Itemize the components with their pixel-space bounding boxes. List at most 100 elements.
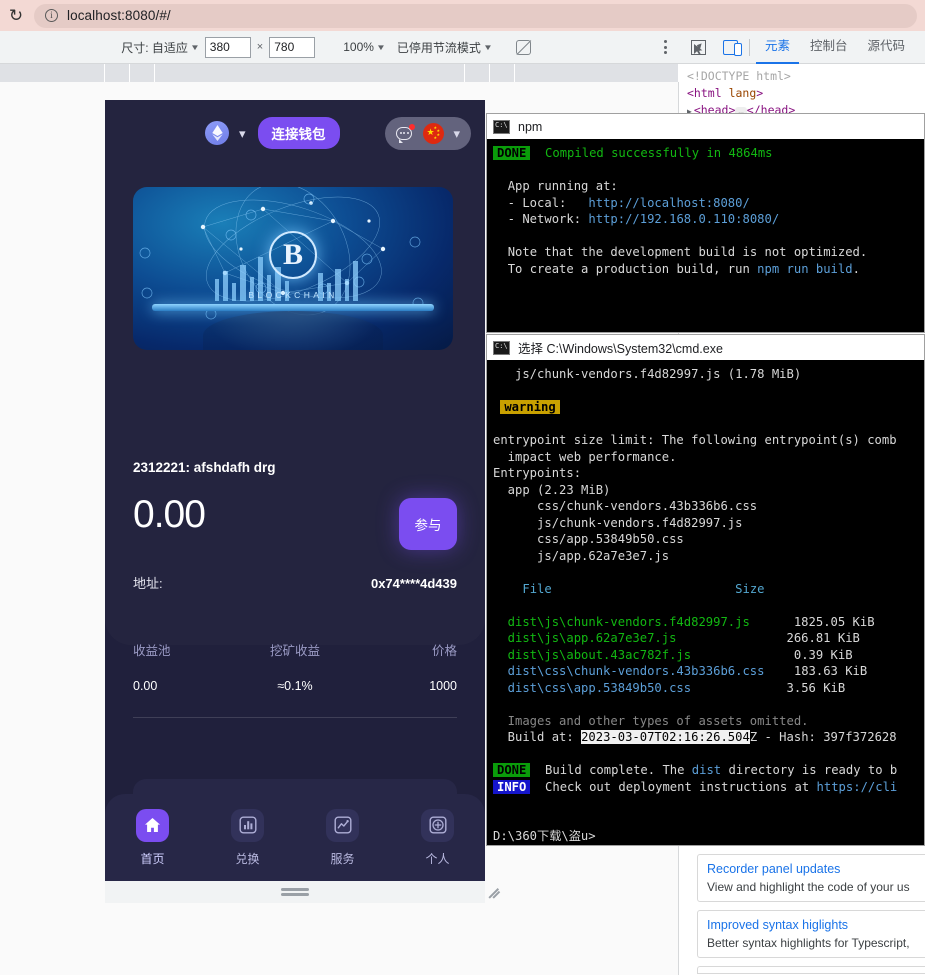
device-size-selector[interactable]: 尺寸: 自适应 ▼ bbox=[115, 35, 205, 59]
corner-resize-icon[interactable] bbox=[487, 884, 503, 900]
amount-value: 0.00 bbox=[133, 495, 205, 534]
cmd-file-name-1: dist\js\app.62a7e3e7.js bbox=[493, 631, 676, 645]
screen-root: ↻ i localhost:8080/#/ 尺寸: 自适应 ▼ × 100% ▼… bbox=[0, 0, 925, 975]
npm-local-url[interactable]: http://localhost:8080/ bbox=[588, 196, 749, 210]
dom-html-line[interactable]: <html lang> bbox=[687, 85, 925, 102]
browser-toolbar: ↻ i localhost:8080/#/ bbox=[0, 0, 925, 31]
viewport-ruler bbox=[0, 64, 679, 82]
reload-icon[interactable]: ↻ bbox=[2, 2, 30, 30]
connect-wallet-button[interactable]: 连接钱包 bbox=[258, 117, 340, 149]
cmd-warn-line-2: impact web performance. bbox=[493, 450, 676, 464]
device-toolbar-icon[interactable] bbox=[717, 34, 743, 60]
whats-new-title[interactable]: Improved syntax higlights bbox=[707, 918, 922, 932]
bottom-tab-bar: 首页 兑换 bbox=[105, 794, 485, 881]
whats-new-panel: Recorder panel updates View and highligh… bbox=[679, 846, 925, 975]
stats-section: 收益池 挖矿收益 价格 0.00 ≈0.1% 1000 bbox=[133, 640, 457, 693]
address-row: 地址: 0x74****4d439 bbox=[133, 573, 457, 592]
tab-exchange-label: 兑换 bbox=[235, 850, 259, 867]
npm-note-line-1: Note that the development build is not o… bbox=[508, 245, 868, 259]
stat-label-price: 价格 bbox=[349, 640, 457, 679]
inspect-element-icon[interactable] bbox=[685, 34, 711, 60]
plus-square-icon bbox=[421, 809, 454, 842]
chat-icon[interactable] bbox=[396, 125, 414, 142]
info-badge: INFO bbox=[493, 780, 530, 794]
cmd-file-size-2: 0.39 KiB bbox=[794, 648, 853, 662]
kebab-menu-icon[interactable] bbox=[660, 40, 679, 54]
npm-network-url[interactable]: http://192.168.0.110:8080/ bbox=[588, 212, 779, 226]
address-value[interactable]: 0x74****4d439 bbox=[371, 576, 457, 591]
home-icon bbox=[136, 809, 169, 842]
tab-personal[interactable]: 个人 bbox=[390, 809, 485, 867]
cmd-file-size-4: 3.56 KiB bbox=[787, 681, 846, 695]
ethereum-icon bbox=[205, 121, 229, 145]
tab-personal-label: 个人 bbox=[425, 850, 449, 867]
dimension-separator: × bbox=[257, 41, 263, 53]
cmd-terminal-body[interactable]: js/chunk-vendors.f4d82997.js (1.78 MiB) … bbox=[487, 360, 924, 845]
cmd-file-name-4: dist\css\app.53849b50.css bbox=[493, 681, 691, 695]
stats-labels-row: 收益池 挖矿收益 价格 bbox=[133, 640, 457, 679]
dom-tree-panel: <!DOCTYPE html> <html lang> ▶<head>…</he… bbox=[679, 64, 925, 119]
cmd-entry-asset-1: js/chunk-vendors.f4d82997.js bbox=[493, 516, 742, 530]
devtools-tab-strip: 元素 控制台 源代码 bbox=[756, 31, 914, 64]
cmd-col-file: File bbox=[508, 582, 552, 596]
tab-sources[interactable]: 源代码 bbox=[859, 31, 915, 64]
viewport-width-input[interactable] bbox=[205, 37, 251, 58]
stat-label-pool: 收益池 bbox=[133, 640, 241, 679]
cmd-file-size-1: 266.81 KiB bbox=[787, 631, 860, 645]
chevron-down-icon[interactable]: ▾ bbox=[453, 127, 460, 140]
join-button[interactable]: 参与 bbox=[399, 498, 457, 550]
viewport-height-input[interactable] bbox=[269, 37, 315, 58]
china-flag-icon[interactable]: ★ ★ ★ ★ ★ bbox=[423, 123, 444, 144]
throttle-selector[interactable]: 已停用节流模式 ▼ bbox=[391, 35, 498, 59]
whats-new-card[interactable]: Recorder panel updates View and highligh… bbox=[697, 854, 925, 902]
tab-home[interactable]: 首页 bbox=[105, 809, 200, 867]
zoom-label: 100% bbox=[343, 40, 374, 54]
tab-service[interactable]: 服务 bbox=[295, 809, 390, 867]
cmd-prompt: D:\360下载\盗u> bbox=[493, 829, 596, 843]
npm-terminal-titlebar[interactable]: C:\ npm bbox=[487, 114, 924, 139]
bar-chart-icon bbox=[231, 809, 264, 842]
blockchain-banner-image: B BLOCKCHAIN bbox=[133, 187, 453, 350]
tab-exchange[interactable]: 兑换 bbox=[200, 809, 295, 867]
project-title: 2312221: afshdafh drg bbox=[133, 460, 276, 475]
cmd-entry-asset-3: js/app.62a7e3e7.js bbox=[493, 549, 669, 563]
done-badge: DONE bbox=[493, 763, 530, 777]
npm-build-command: npm run build bbox=[757, 262, 852, 276]
emulated-mobile-page: ▾ 连接钱包 ★ ★ ★ ★ ★ ▾ bbox=[105, 100, 485, 881]
whats-new-title[interactable]: Recorder panel updates bbox=[707, 862, 922, 876]
whats-new-card-partial[interactable] bbox=[697, 966, 925, 974]
npm-terminal-window: C:\ npm DONE Compiled successfully in 48… bbox=[486, 113, 925, 333]
cmd-entrypoints-label: Entrypoints: bbox=[493, 466, 581, 480]
device-emulation-toolbar: 尺寸: 自适应 ▼ × 100% ▼ 已停用节流模式 ▼ bbox=[0, 31, 679, 64]
dom-html-close-bracket: > bbox=[756, 86, 763, 100]
cmd-file-name-0: dist\js\chunk-vendors.f4d82997.js bbox=[493, 615, 750, 629]
address-bar[interactable]: i localhost:8080/#/ bbox=[34, 4, 917, 28]
npm-terminal-body[interactable]: DONE Compiled successfully in 4864ms App… bbox=[487, 139, 924, 277]
cmd-terminal-titlebar[interactable]: C:\ 选择 C:\Windows\System32\cmd.exe bbox=[487, 335, 924, 360]
stat-label-mining: 挖矿收益 bbox=[241, 640, 349, 679]
chevron-down-icon: ▼ bbox=[190, 43, 200, 52]
chain-selector[interactable]: ▾ bbox=[205, 121, 246, 145]
toolbar-divider bbox=[749, 39, 750, 56]
banner-wordmark: BLOCKCHAIN bbox=[248, 290, 337, 300]
npm-note-line-2c: . bbox=[853, 262, 860, 276]
tab-elements[interactable]: 元素 bbox=[756, 31, 799, 64]
zoom-selector[interactable]: 100% ▼ bbox=[337, 35, 391, 59]
cmd-dist-word: dist bbox=[692, 763, 721, 777]
done-badge: DONE bbox=[493, 146, 530, 160]
no-throttle-icon[interactable] bbox=[516, 40, 531, 55]
cmd-info-url[interactable]: https://cli bbox=[817, 780, 898, 794]
notification-dot bbox=[409, 124, 415, 130]
cmd-col-size: Size bbox=[735, 582, 764, 596]
device-resize-handle[interactable] bbox=[105, 881, 485, 903]
cmd-done-text: Build complete. The bbox=[545, 763, 692, 777]
cmd-omitted-line: Images and other types of assets omitted… bbox=[493, 714, 809, 728]
tab-console[interactable]: 控制台 bbox=[801, 31, 857, 64]
site-info-icon[interactable]: i bbox=[45, 9, 58, 22]
dom-lang-attr: lang bbox=[729, 86, 757, 100]
whats-new-desc: View and highlight the code of your us bbox=[707, 880, 922, 894]
npm-note-line-2a: To create a production build, run bbox=[508, 262, 757, 276]
whats-new-card[interactable]: Improved syntax higlights Better syntax … bbox=[697, 910, 925, 958]
cmd-icon: C:\ bbox=[493, 341, 510, 355]
stats-divider bbox=[133, 717, 457, 718]
